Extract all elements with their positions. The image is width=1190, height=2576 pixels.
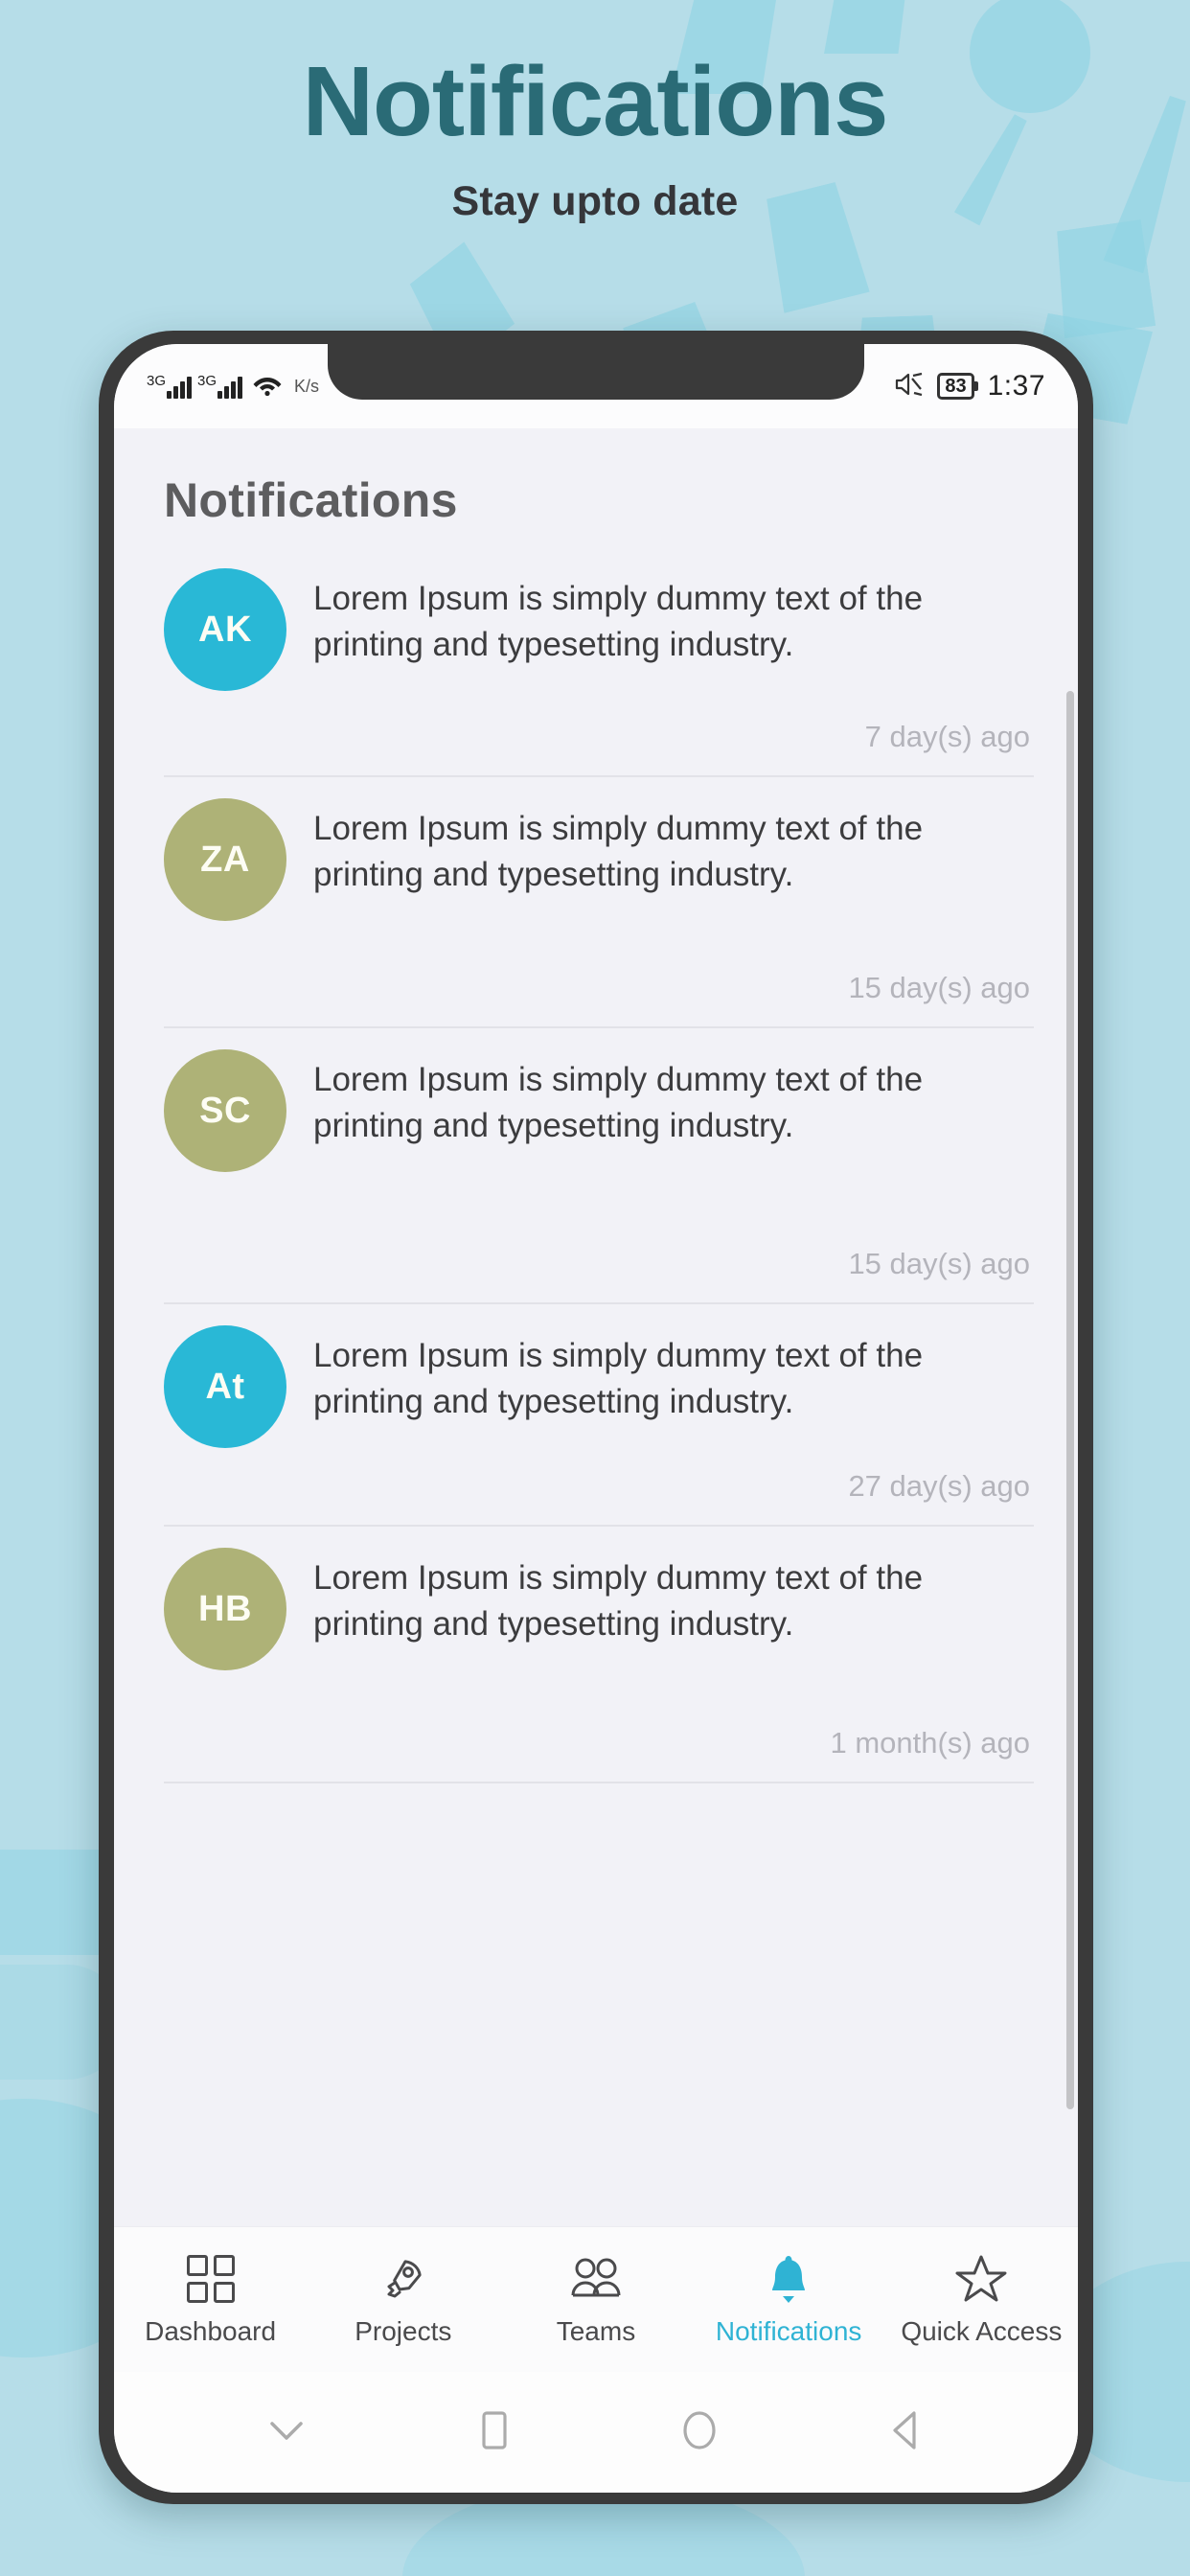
avatar: ZA xyxy=(164,798,286,921)
status-bar-left: 3G 3G K/s xyxy=(147,372,319,402)
grid-icon xyxy=(186,2253,235,2305)
recents-square-icon[interactable] xyxy=(472,2405,516,2460)
network-speed-label: K/s xyxy=(294,376,320,396)
notification-message: Lorem Ipsum is simply dummy text of the … xyxy=(313,1061,924,1144)
notification-item[interactable]: SC Lorem Ipsum is simply dummy text of t… xyxy=(114,1028,1078,1304)
nav-item-quick-access[interactable]: Quick Access xyxy=(890,2253,1072,2347)
star-icon xyxy=(954,2253,1008,2305)
phone-mockup: 3G 3G K/s 83 1:37 Notifications AK Lorem… xyxy=(99,331,1093,2504)
notification-timestamp: 7 day(s) ago xyxy=(864,720,1030,753)
notification-item[interactable]: HB Lorem Ipsum is simply dummy text of t… xyxy=(114,1527,1078,1783)
notification-timestamp: 1 month(s) ago xyxy=(830,1726,1031,1760)
bottom-navigation: Dashboard Projects Teams Notifications Q… xyxy=(114,2226,1078,2372)
nav-label: Teams xyxy=(556,2315,636,2346)
signal-bars-icon: 3G xyxy=(147,373,193,399)
chevron-down-icon[interactable] xyxy=(261,2411,312,2454)
nav-label: Quick Access xyxy=(901,2315,1063,2346)
notification-timestamp: 27 day(s) ago xyxy=(848,1469,1030,1503)
notification-item[interactable]: AK Lorem Ipsum is simply dummy text of t… xyxy=(114,547,1078,777)
status-bar-right: 83 1:37 xyxy=(893,370,1045,403)
avatar: At xyxy=(164,1325,286,1448)
home-circle-icon[interactable] xyxy=(675,2405,723,2460)
page-title: Notifications xyxy=(302,46,889,156)
phone-screen: 3G 3G K/s 83 1:37 Notifications AK Lorem… xyxy=(114,344,1078,2493)
app-screen-title: Notifications xyxy=(164,473,458,527)
wifi-icon xyxy=(252,372,283,402)
status-bar: 3G 3G K/s 83 1:37 xyxy=(114,344,1078,428)
nav-label: Projects xyxy=(355,2315,452,2346)
nav-item-teams[interactable]: Teams xyxy=(505,2253,687,2347)
nav-item-dashboard[interactable]: Dashboard xyxy=(120,2253,302,2347)
notification-message: Lorem Ipsum is simply dummy text of the … xyxy=(313,810,924,893)
notification-message: Lorem Ipsum is simply dummy text of the … xyxy=(313,1337,924,1420)
nav-item-projects[interactable]: Projects xyxy=(312,2253,494,2347)
nav-label: Dashboard xyxy=(145,2315,277,2346)
notification-item[interactable]: At Lorem Ipsum is simply dummy text of t… xyxy=(114,1304,1078,1527)
notification-message: Lorem Ipsum is simply dummy text of the … xyxy=(313,1559,924,1643)
network-type-2: 3G xyxy=(197,373,217,389)
notification-timestamp: 15 day(s) ago xyxy=(848,971,1030,1004)
nav-item-notifications[interactable]: Notifications xyxy=(698,2253,880,2347)
avatar: HB xyxy=(164,1548,286,1670)
page-subtitle: Stay upto date xyxy=(451,178,739,225)
back-triangle-icon[interactable] xyxy=(883,2405,931,2460)
notification-timestamp: 15 day(s) ago xyxy=(848,1247,1030,1280)
phone-notch xyxy=(328,344,864,400)
list-divider xyxy=(164,1782,1034,1783)
notification-message: Lorem Ipsum is simply dummy text of the … xyxy=(313,580,924,663)
network-type-1: 3G xyxy=(147,373,167,389)
nav-label: Notifications xyxy=(715,2315,862,2346)
bell-icon xyxy=(765,2253,812,2305)
notification-item[interactable]: ZA Lorem Ipsum is simply dummy text of t… xyxy=(114,777,1078,1028)
mute-icon xyxy=(893,370,924,403)
rocket-icon xyxy=(378,2253,428,2305)
avatar: SC xyxy=(164,1049,286,1172)
avatar: AK xyxy=(164,568,286,691)
signal-bars-icon-2: 3G xyxy=(197,373,243,399)
hero-section: Notifications Stay upto date xyxy=(0,0,1190,225)
people-icon xyxy=(568,2253,624,2305)
notification-list[interactable]: AK Lorem Ipsum is simply dummy text of t… xyxy=(114,547,1078,2178)
status-bar-clock: 1:37 xyxy=(987,370,1045,402)
battery-indicator: 83 xyxy=(937,373,974,400)
android-system-navbar xyxy=(114,2372,1078,2493)
